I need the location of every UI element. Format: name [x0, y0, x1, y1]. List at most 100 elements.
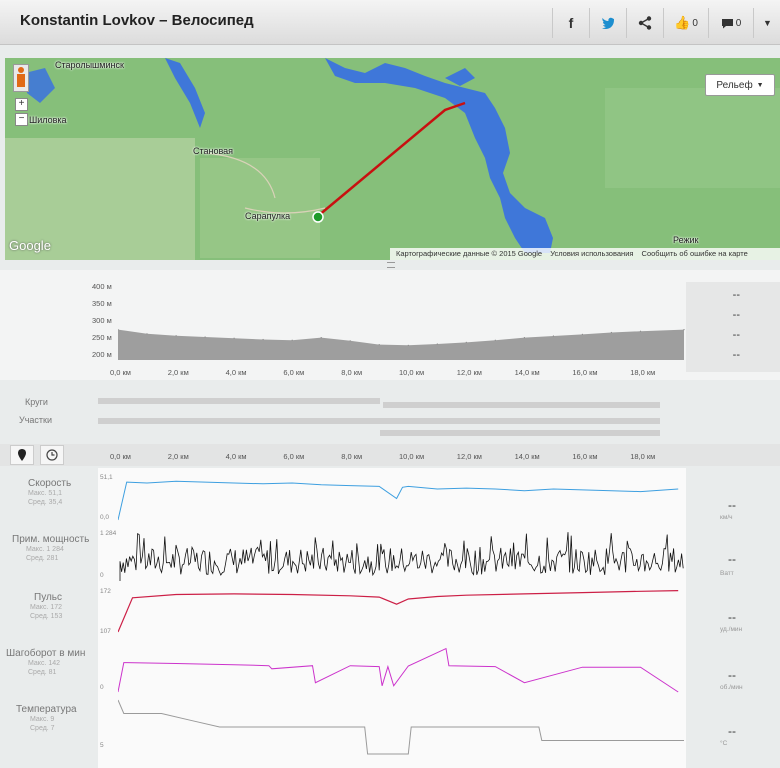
- elevation-point: [552, 335, 554, 337]
- temperature-scale-bottom: 5: [100, 742, 104, 749]
- comment-button[interactable]: 0: [708, 8, 753, 38]
- power-line: [119, 532, 684, 581]
- segment-bar-2[interactable]: [380, 430, 660, 436]
- segment-bar-1[interactable]: [98, 418, 660, 424]
- facebook-share-button[interactable]: f: [552, 8, 589, 38]
- elevation-y-tick-2: 350 м: [92, 299, 112, 308]
- power-track-label: Прим. мощность Макс. 1 284 Сред. 281: [12, 534, 90, 562]
- activity-title: Konstantin Lovkov – Велосипед: [20, 12, 254, 29]
- cadence-scale-bottom: 0: [100, 684, 104, 691]
- speed-scale-top: 51,1: [100, 474, 113, 481]
- elevation-point: [523, 337, 525, 339]
- lap-bar-2[interactable]: [383, 402, 660, 408]
- elevation-y-tick-4: 250 м: [92, 333, 112, 342]
- power-chart[interactable]: [118, 528, 684, 583]
- map-data-copyright: Картографические данные © 2015 Google: [396, 249, 543, 258]
- side-value-2: --: [732, 309, 740, 321]
- elevation-point: [204, 336, 206, 338]
- side-value-4: --: [732, 349, 740, 361]
- elevation-point: [683, 329, 685, 331]
- elevation-point: [233, 337, 235, 339]
- laps-label: Круги: [25, 397, 48, 407]
- speed-scale-bottom: 0,0: [100, 514, 110, 521]
- elevation-point: [581, 333, 583, 335]
- metrics-x-tick-7: 14,0 км: [514, 452, 540, 461]
- zoom-in-button[interactable]: +: [15, 98, 28, 111]
- more-menu-button[interactable]: ▼: [753, 8, 780, 38]
- elevation-point: [291, 339, 293, 341]
- elevation-point: [494, 339, 496, 341]
- speed-chart[interactable]: [118, 472, 684, 522]
- metrics-x-tick-1: 2,0 км: [167, 452, 189, 461]
- map-resize-handle[interactable]: [387, 262, 395, 268]
- side-value-1: --: [732, 289, 740, 301]
- lap-bar-1[interactable]: [98, 398, 380, 404]
- metrics-x-tick-5: 10,0 км: [399, 452, 425, 461]
- report-error-link[interactable]: Сообщить об ошибке на карте: [642, 249, 748, 258]
- cadence-chart[interactable]: [118, 644, 684, 694]
- elevation-point: [378, 344, 380, 346]
- terms-link[interactable]: Условия использования: [550, 249, 633, 258]
- elevation-x-tick-0: 0,0 км: [110, 368, 131, 377]
- map-label-shilovka: Шиловка: [29, 115, 67, 125]
- power-scale-bottom: 0: [100, 572, 104, 579]
- twitter-share-button[interactable]: [589, 8, 626, 38]
- speed-current-value: --: [728, 498, 736, 512]
- pulse-line: [118, 590, 679, 633]
- map-label-sarapulka: Сарапулка: [245, 211, 291, 221]
- share-icon: [638, 16, 652, 30]
- map-label-starolyshminsk: Старолышминск: [55, 60, 124, 70]
- elevation-point: [146, 333, 148, 335]
- elevation-y-tick-3: 300 м: [92, 316, 112, 325]
- elevation-point: [349, 340, 351, 342]
- speed-unit: км/ч: [720, 514, 733, 521]
- elevation-point: [436, 343, 438, 345]
- elevation-point: [175, 335, 177, 337]
- cadence-line: [118, 647, 679, 693]
- thumbs-up-icon: 👍: [674, 15, 691, 30]
- elevation-point: [610, 331, 612, 334]
- elevation-x-tick-8: 16,0 км: [572, 368, 598, 377]
- power-unit: Ватт: [720, 570, 734, 577]
- pulse-track-label: Пульс Макс. 172 Сред. 153: [30, 592, 63, 620]
- metrics-x-tick-9: 18,0 км: [630, 452, 656, 461]
- speed-track-label: Скорость Макс. 51,1 Сред. 35,4: [28, 478, 72, 506]
- elevation-chart[interactable]: [118, 280, 688, 360]
- elevation-x-tick-3: 6,0 км: [283, 368, 305, 377]
- elevation-point: [262, 338, 264, 341]
- zoom-out-button[interactable]: −: [15, 113, 28, 126]
- route-map[interactable]: + − Старолышминск Шиловка Становая Сарап…: [5, 58, 780, 260]
- elevation-x-axis: 0,0 км 2,0 км 4,0 км 6,0 км 8,0 км 10,0 км 12,…: [0, 368, 780, 380]
- cadence-unit: об./мин: [720, 684, 743, 691]
- elevation-y-tick-5: 200 м: [92, 350, 112, 359]
- pulse-current-value: --: [728, 610, 736, 624]
- cadence-current-value: --: [728, 668, 736, 682]
- pulse-unit: уд./мин: [720, 626, 743, 633]
- map-terrain: [5, 58, 780, 260]
- map-attribution: Картографические данные © 2015 Google Ус…: [390, 248, 780, 260]
- elevation-x-tick-1: 2,0 км: [167, 368, 189, 377]
- elevation-point: [320, 337, 322, 339]
- temperature-unit: °С: [720, 740, 728, 747]
- share-button[interactable]: [626, 8, 663, 38]
- elevation-x-tick-5: 10,0 км: [399, 368, 425, 377]
- temperature-track-label: Температура Макс. 9 Сред. 7: [16, 704, 77, 732]
- elevation-point: [465, 341, 467, 343]
- cadence-track-label: Шагоборот в мин Макс. 142 Сред. 81: [6, 648, 86, 676]
- metrics-x-tick-8: 16,0 км: [572, 452, 598, 461]
- map-type-dropdown[interactable]: Рельеф ▼: [705, 74, 775, 96]
- google-logo: Google: [9, 238, 51, 253]
- temperature-current-value: --: [728, 724, 736, 738]
- pegman-icon[interactable]: [13, 64, 29, 92]
- likes-count: 0: [692, 17, 698, 29]
- map-label-rezh: Режик: [673, 235, 699, 245]
- speed-line: [118, 480, 679, 521]
- pulse-chart[interactable]: [118, 586, 684, 634]
- temperature-chart[interactable]: [118, 696, 684, 756]
- map-type-label: Рельеф: [716, 79, 753, 91]
- segments-label: Участки: [19, 415, 52, 425]
- like-button[interactable]: 👍 0: [663, 8, 708, 38]
- elevation-x-tick-2: 4,0 км: [225, 368, 247, 377]
- elevation-point: [407, 344, 409, 346]
- elevation-area: [118, 329, 684, 360]
